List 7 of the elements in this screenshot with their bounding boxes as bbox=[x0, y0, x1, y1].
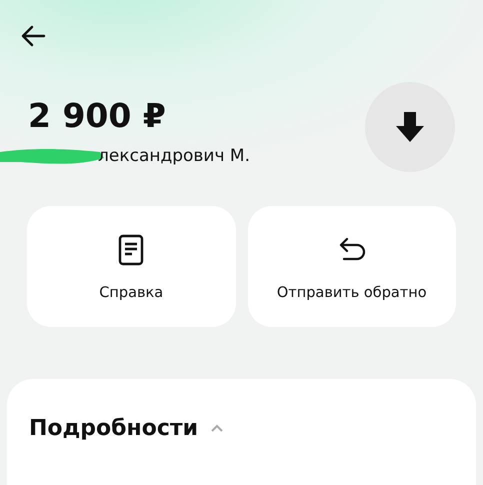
sender-name: лександрович М. bbox=[98, 146, 250, 166]
details-title[interactable]: Подробности bbox=[29, 413, 198, 443]
down-arrow-icon bbox=[393, 110, 427, 144]
back-arrow-icon[interactable] bbox=[20, 23, 46, 49]
amount: 2 900 ₽ bbox=[28, 96, 167, 136]
action-card[interactable]: Справка bbox=[27, 206, 236, 327]
action-card[interactable]: Отправить обратно bbox=[248, 206, 456, 327]
